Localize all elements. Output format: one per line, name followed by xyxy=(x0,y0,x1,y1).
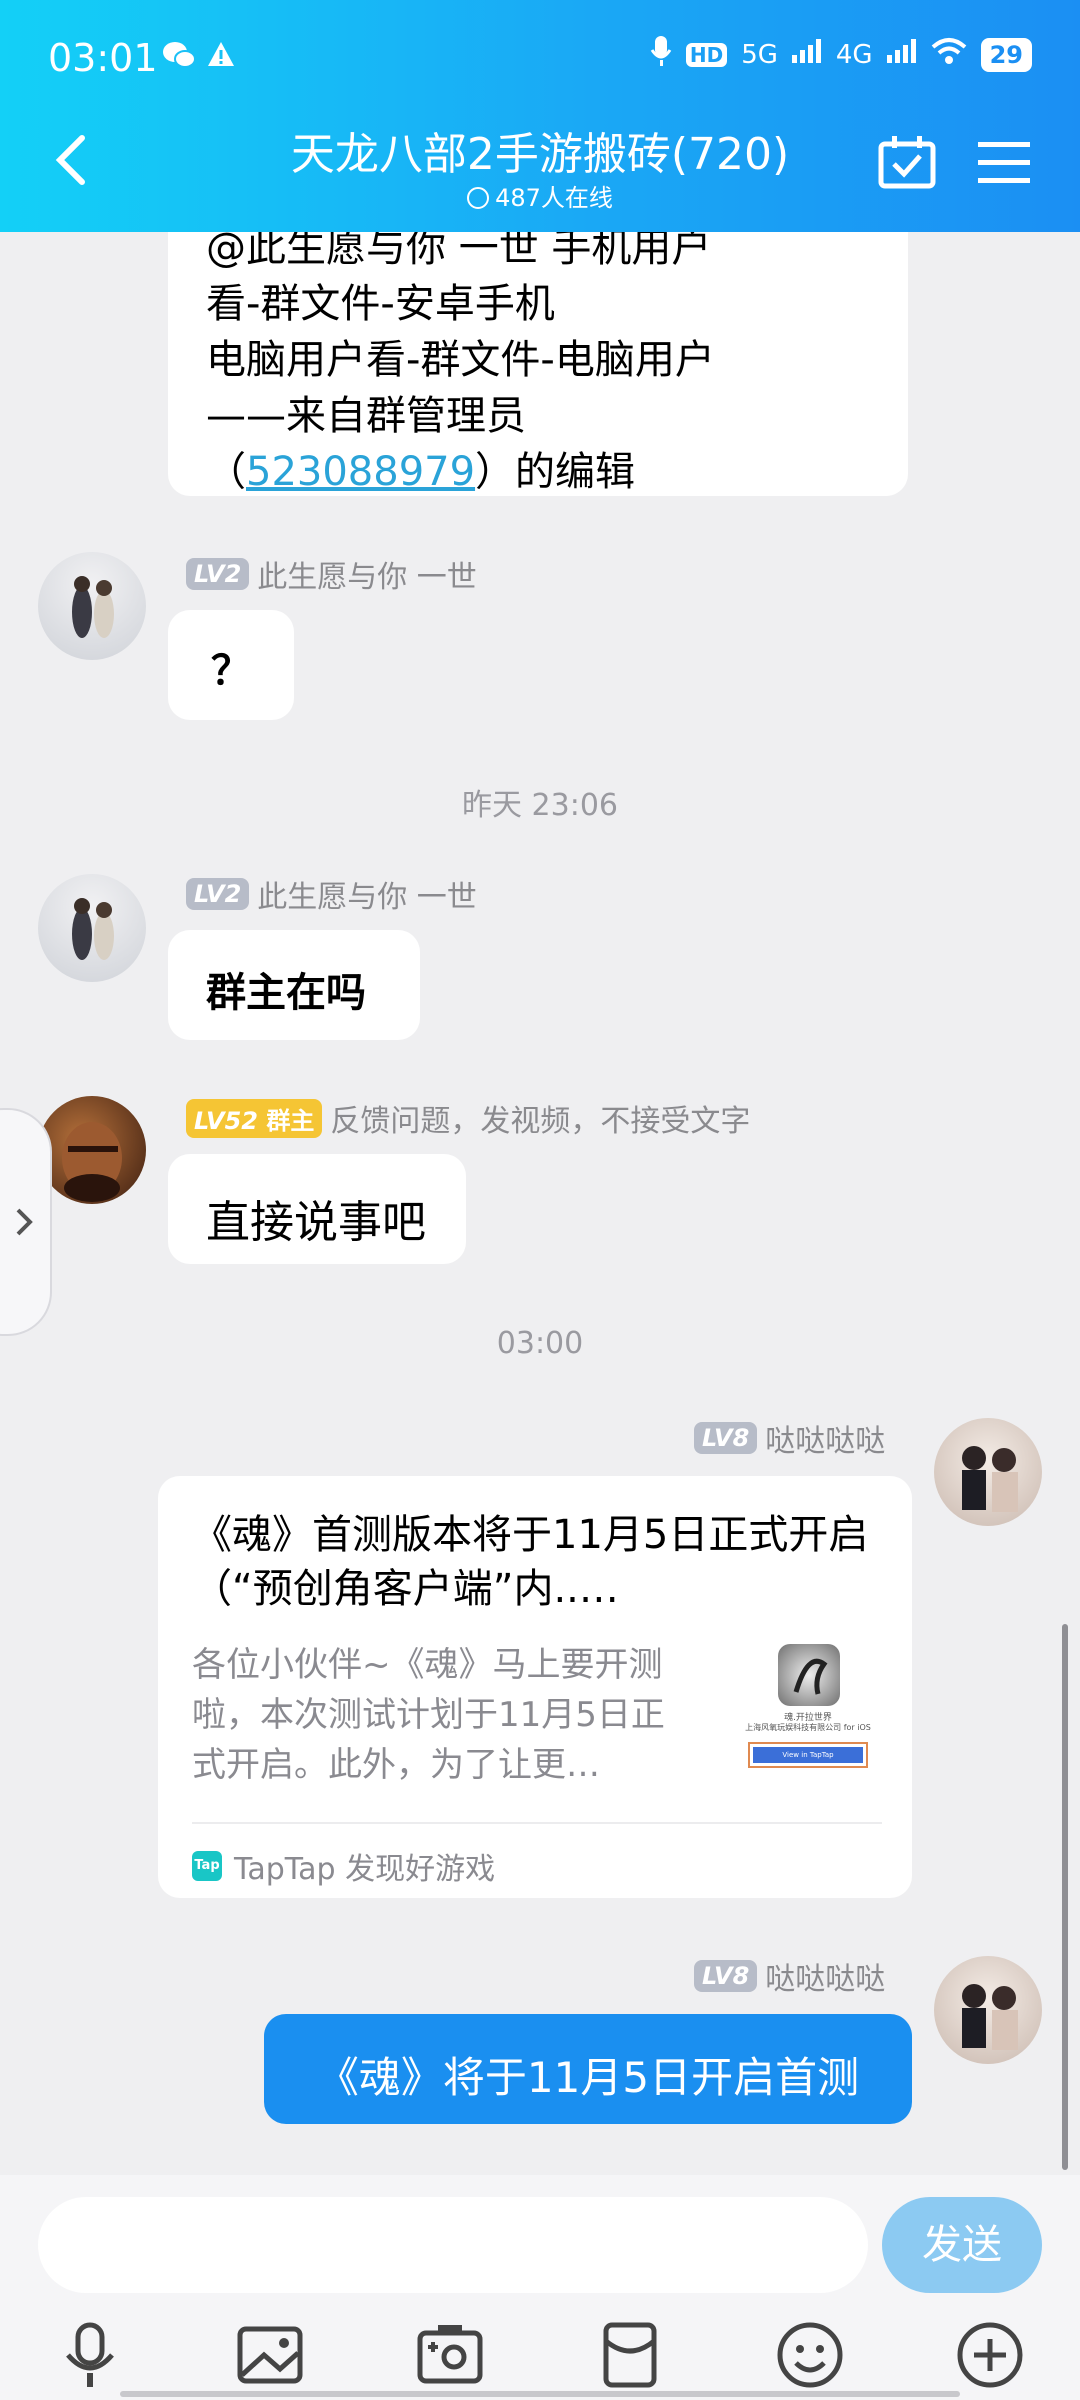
avatar[interactable] xyxy=(38,874,146,982)
battery-level: 29 xyxy=(980,37,1032,72)
message-bubble[interactable]: 群主在吗 xyxy=(168,930,420,1040)
avatar[interactable] xyxy=(38,552,146,660)
message-bubble[interactable]: 《魂》将于11月5日开启首测 xyxy=(264,2014,912,2124)
sender-meta: LV8 哒哒哒哒 xyxy=(694,1416,885,1460)
card-divider xyxy=(192,1822,882,1824)
card-title: 《魂》首测版本将于11月5日正式开启（“预创角客户端”内..… xyxy=(192,1512,869,1612)
sender-name[interactable]: 哒哒哒哒 xyxy=(765,1416,885,1460)
taptap-icon: Tap xyxy=(192,1851,222,1881)
camera-icon[interactable] xyxy=(410,2315,490,2395)
avatar[interactable] xyxy=(38,1096,146,1204)
menu-icon[interactable] xyxy=(978,140,1030,188)
home-indicator xyxy=(120,2391,960,2397)
calendar-check-icon[interactable] xyxy=(878,134,936,194)
card-source: Tap TapTap 发现好游戏 xyxy=(192,1844,495,1888)
signal-icon xyxy=(791,39,822,70)
status-icons: HD 5G 4G 29 xyxy=(650,34,1032,75)
sender-name[interactable]: 哒哒哒哒 xyxy=(765,1954,885,1998)
wifi-icon xyxy=(931,37,967,72)
mic-icon xyxy=(650,34,672,75)
sender-name[interactable]: 反馈问题，发视频，不接受文字 xyxy=(330,1096,750,1140)
sender-meta: LV2 此生愿与你 一世 xyxy=(186,872,477,916)
level-badge: LV2 xyxy=(186,558,250,590)
notice-line: 看-群文件-安卓手机 xyxy=(206,281,555,327)
game-icon xyxy=(778,1644,840,1706)
scrollbar[interactable] xyxy=(1062,1624,1068,2170)
plus-icon[interactable] xyxy=(950,2315,1030,2395)
hd-icon: HD xyxy=(685,42,728,67)
card-thumbnail: 魂.开拉世界 上海风氧玩娱科技有限公司 for iOS View in TapT… xyxy=(734,1644,882,1784)
status-time: 03:01 xyxy=(48,36,158,80)
message-bubble[interactable]: 直接说事吧 xyxy=(168,1154,466,1264)
sender-name[interactable]: 此生愿与你 一世 xyxy=(257,872,477,916)
network-5g: 5G xyxy=(741,39,778,70)
timestamp: 昨天 23:06 xyxy=(462,788,618,823)
owner-badge: LV52 群主 xyxy=(186,1098,323,1138)
message-text: ？ xyxy=(211,648,251,694)
message-text: 直接说事吧 xyxy=(206,1197,426,1248)
qq-number-link[interactable]: 523088979 xyxy=(246,449,475,495)
red-packet-icon[interactable] xyxy=(590,2315,670,2395)
sender-name[interactable]: 此生愿与你 一世 xyxy=(257,552,477,596)
emoji-icon[interactable] xyxy=(770,2315,850,2395)
header: 03:01 HD 5G 4G 29 天龙八部2手游搬砖(720) 487人在线 xyxy=(0,0,1080,232)
thumbnail-caption: 上海风氧玩娱科技有限公司 for iOS xyxy=(745,1723,871,1732)
image-icon[interactable] xyxy=(230,2315,310,2395)
avatar[interactable] xyxy=(934,1418,1042,1526)
message-text: 《魂》将于11月5日开启首测 xyxy=(316,2053,860,2102)
message-text: 群主在吗 xyxy=(206,969,366,1016)
send-button[interactable]: 发送 xyxy=(882,2197,1042,2293)
card-description: 各位小伙伴~《魂》马上要开测啦，本次测试计划于11月5日正式开启。此外，为了让更… xyxy=(192,1645,665,1785)
wechat-icon xyxy=(162,40,196,74)
level-badge: LV8 xyxy=(694,1422,758,1454)
message-bubble[interactable]: ？ xyxy=(168,610,294,720)
thumbnail-button: View in TapTap xyxy=(753,1747,863,1763)
online-icon xyxy=(467,187,490,209)
network-4g: 4G xyxy=(835,39,873,70)
input-bar: 发送 xyxy=(0,2175,1080,2400)
link-card[interactable]: 《魂》首测版本将于11月5日正式开启（“预创角客户端”内..… 各位小伙伴~《魂… xyxy=(158,1476,912,1898)
timestamp: 03:00 xyxy=(496,1326,584,1361)
thumbnail-button-frame: View in TapTap xyxy=(748,1742,868,1768)
notice-line: 电脑用户看-群文件-电脑用户 xyxy=(206,337,715,383)
warning-icon xyxy=(206,40,236,72)
sender-meta: LV52 群主 反馈问题，发视频，不接受文字 xyxy=(186,1096,750,1140)
level-badge: LV8 xyxy=(694,1960,758,1992)
chevron-right-icon xyxy=(14,1206,34,1242)
side-drawer-tab[interactable] xyxy=(0,1108,52,1336)
message-input[interactable] xyxy=(38,2197,868,2293)
signal-icon xyxy=(886,39,917,70)
voice-icon[interactable] xyxy=(50,2315,130,2395)
avatar[interactable] xyxy=(934,1956,1042,2064)
sender-meta: LV8 哒哒哒哒 xyxy=(694,1954,885,1998)
notice-line: ——来自群管理员 xyxy=(206,393,526,439)
level-badge: LV2 xyxy=(186,878,250,910)
sender-meta: LV2 此生愿与你 一世 xyxy=(186,552,477,596)
notice-line: （523088979）的编辑 xyxy=(206,449,636,495)
card-source-label: TapTap 发现好游戏 xyxy=(234,1852,496,1887)
